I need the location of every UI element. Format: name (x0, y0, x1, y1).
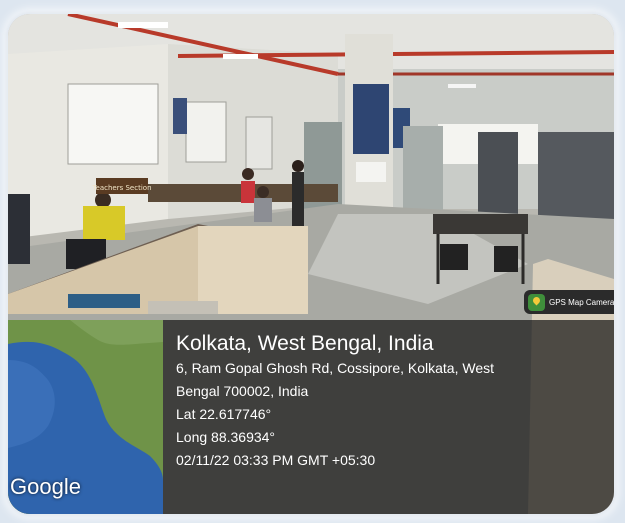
gps-map-camera-badge: GPS Map Camera (524, 290, 614, 314)
gps-map-camera-label: GPS Map Camera (549, 297, 614, 307)
google-wordmark: Google (10, 474, 81, 499)
photo-frame: Teachers Section GPS Map Camera Google K… (8, 14, 614, 514)
teachers-section-sign: Teachers Section (91, 184, 151, 192)
address-line-1: 6, Ram Gopal Ghosh Rd, Cossipore, Kolkat… (176, 360, 494, 376)
datetime: 02/11/22 03:33 PM GMT +05:30 (176, 452, 376, 468)
location-title: Kolkata, West Bengal, India (176, 332, 434, 355)
longitude: Long 88.36934° (176, 429, 276, 445)
address-line-2: Bengal 700002, India (176, 383, 309, 399)
map-thumbnail: Google (8, 320, 163, 514)
gps-map-camera-logo-icon (528, 293, 545, 311)
latitude: Lat 22.617746° (176, 406, 272, 422)
location-info: Kolkata, West Bengal, India 6, Ram Gopal… (176, 330, 494, 472)
